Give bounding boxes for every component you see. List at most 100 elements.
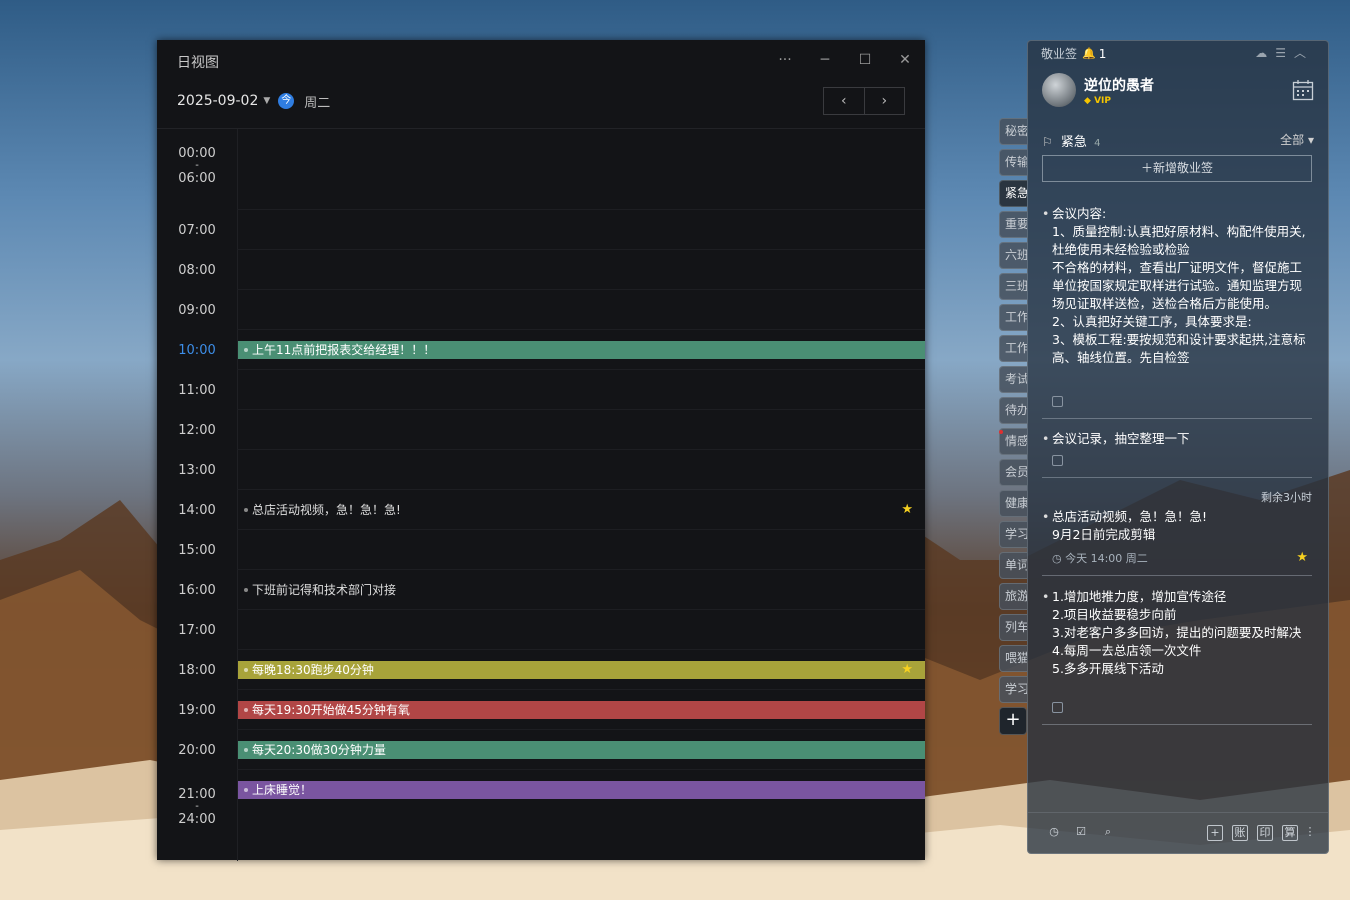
filter-dropdown[interactable]: 全部 ▾ bbox=[1280, 131, 1314, 148]
calendar-event[interactable]: 下班前记得和技术部门对接 bbox=[238, 581, 925, 599]
tab-important[interactable]: 重要 bbox=[999, 211, 1027, 238]
add-category-button[interactable]: + bbox=[999, 707, 1027, 735]
tab-travel[interactable]: 旅游 bbox=[999, 583, 1027, 610]
tab-work-2[interactable]: 工作 bbox=[999, 335, 1027, 362]
event-title: 上午11点前把报表交给经理！！！ bbox=[252, 343, 436, 357]
attachment-icon[interactable] bbox=[1052, 455, 1063, 466]
star-icon[interactable]: ★ bbox=[901, 661, 913, 679]
event-title: 下班前记得和技术部门对接 bbox=[252, 583, 397, 597]
note-item[interactable]: • 会议内容: 1、质量控制:认真把好原材料、构配件使用关,杜绝使用未经检验或检… bbox=[1042, 205, 1312, 389]
time-label: 09:00 bbox=[178, 303, 216, 318]
star-icon[interactable]: ★ bbox=[1296, 550, 1308, 565]
time-label: 15:00 bbox=[178, 543, 216, 558]
time-label: 00:00 bbox=[178, 146, 216, 161]
hour-gridline bbox=[237, 609, 925, 610]
panel-header: 敬业签 🔔 1 bbox=[1041, 45, 1106, 62]
add-icon[interactable]: + bbox=[1207, 825, 1223, 841]
tab-member[interactable]: 会员 bbox=[999, 459, 1027, 486]
hour-gridline bbox=[237, 289, 925, 290]
checklist-icon[interactable]: ☑ bbox=[1073, 825, 1089, 841]
minimize-button[interactable]: ─ bbox=[810, 48, 840, 72]
tab-urgent[interactable]: 紧急 bbox=[999, 180, 1027, 207]
menu-icon[interactable]: ☰ bbox=[1275, 46, 1294, 60]
note-item[interactable]: • 会议记录，抽空整理一下 bbox=[1042, 430, 1312, 448]
attachment-icon[interactable] bbox=[1052, 702, 1063, 713]
date-selector[interactable]: 2025-09-02 ▼ 今 周二 bbox=[177, 90, 330, 112]
time-label: 16:00 bbox=[178, 583, 216, 598]
note-text: 会议记录，抽空整理一下 bbox=[1052, 431, 1190, 446]
divider bbox=[1042, 724, 1312, 725]
account-icon[interactable]: 账 bbox=[1232, 825, 1248, 841]
more-icon[interactable]: ··· bbox=[770, 48, 800, 72]
tab-work-1[interactable]: 工作 bbox=[999, 304, 1027, 331]
note-text: 总店活动视频，急！急！急! 9月2日前完成剪辑 bbox=[1052, 509, 1208, 542]
note-text: 1.增加地推力度，增加宣传途径 2.项目收益要稳步向前 3.对老客户多多回访，提… bbox=[1052, 589, 1302, 676]
hour-gridline bbox=[237, 409, 925, 410]
calendar-event[interactable]: 每晚18:30跑步40分钟 ★ bbox=[238, 661, 925, 679]
calendar-event[interactable]: 上午11点前把报表交给经理！！！ bbox=[238, 341, 925, 359]
next-day-button[interactable]: › bbox=[863, 88, 905, 114]
tab-study-1[interactable]: 学习 bbox=[999, 521, 1027, 548]
calendar-icon[interactable] bbox=[1292, 79, 1314, 101]
tab-transfer[interactable]: 传输 bbox=[999, 149, 1027, 176]
calendar-event[interactable]: 每天20:30做30分钟力量 bbox=[238, 741, 925, 759]
time-label: 08:00 bbox=[178, 263, 216, 278]
note-item[interactable]: • 总店活动视频，急！急！急! 9月2日前完成剪辑 bbox=[1042, 508, 1312, 544]
maximize-button[interactable]: ☐ bbox=[850, 48, 880, 72]
vip-badge: ◆ VIP bbox=[1084, 96, 1111, 106]
search-icon[interactable]: ⌕ bbox=[1100, 825, 1116, 841]
calendar-event[interactable]: 每天19:30开始做45分钟有氧 bbox=[238, 701, 925, 719]
hour-gridline bbox=[237, 529, 925, 530]
close-button[interactable]: ✕ bbox=[890, 48, 920, 72]
current-date[interactable]: 2025-09-02 bbox=[177, 93, 258, 109]
event-title: 上床睡觉！ bbox=[252, 783, 313, 797]
chevron-down-icon[interactable]: ▼ bbox=[263, 96, 270, 106]
tab-feed-cat[interactable]: 喂猫 bbox=[999, 645, 1027, 672]
collapse-icon[interactable]: ︿ bbox=[1294, 46, 1314, 60]
tab-todo[interactable]: 待办 bbox=[999, 397, 1027, 424]
tab-train[interactable]: 列车 bbox=[999, 614, 1027, 641]
day-view-window: 日视图 ··· ─ ☐ ✕ 2025-09-02 ▼ 今 周二 ‹ › 00:0… bbox=[157, 40, 925, 861]
note-item[interactable]: • 1.增加地推力度，增加宣传途径 2.项目收益要稳步向前 3.对老客户多多回访… bbox=[1042, 588, 1312, 678]
cloud-sync-icon[interactable]: ☁ bbox=[1255, 46, 1275, 60]
more-icon[interactable]: ⋮ bbox=[1302, 825, 1318, 841]
time-label-current: 10:00 bbox=[178, 343, 216, 358]
tab-class-six[interactable]: 六班 bbox=[999, 242, 1027, 269]
tab-emotion[interactable]: 情感 bbox=[999, 428, 1027, 455]
time-label-range-end: 21:00 - 24:00 bbox=[157, 787, 237, 827]
tab-study-2[interactable]: 学习 bbox=[999, 676, 1027, 703]
tab-exam[interactable]: 考试 bbox=[999, 366, 1027, 393]
hour-gridline bbox=[237, 489, 925, 490]
date-navigation: ‹ › bbox=[823, 87, 905, 115]
event-title: 每天19:30开始做45分钟有氧 bbox=[252, 703, 410, 717]
tab-secret[interactable]: 秘密 bbox=[999, 118, 1027, 145]
avatar[interactable] bbox=[1042, 73, 1076, 107]
add-note-button[interactable]: ＋新增敬业签 bbox=[1042, 155, 1312, 182]
weekday-label: 周二 bbox=[304, 95, 331, 111]
tab-health[interactable]: 健康 bbox=[999, 490, 1027, 517]
time-label: 19:00 bbox=[178, 703, 216, 718]
prev-day-button[interactable]: ‹ bbox=[824, 88, 864, 114]
hour-gridline bbox=[237, 649, 925, 650]
hour-gridline bbox=[237, 689, 925, 690]
tab-class-three[interactable]: 三班 bbox=[999, 273, 1027, 300]
reminder-time: 今天 14:00 周二 bbox=[1065, 552, 1148, 565]
time-separator: - bbox=[195, 160, 199, 171]
attachment-icon[interactable] bbox=[1052, 396, 1063, 407]
star-icon[interactable]: ★ bbox=[901, 501, 913, 519]
hour-gridline bbox=[237, 449, 925, 450]
today-button[interactable]: 今 bbox=[278, 93, 295, 109]
time-column: 00:00 - 06:00 07:00 08:00 09:00 10:00 11… bbox=[157, 129, 238, 861]
category-name: 紧急 bbox=[1060, 135, 1087, 150]
clock-icon[interactable]: ◷ bbox=[1046, 825, 1062, 841]
calendar-event[interactable]: 总店活动视频，急！急！急! ★ bbox=[238, 501, 925, 519]
tab-words[interactable]: 单词 bbox=[999, 552, 1027, 579]
bullet: • bbox=[1042, 431, 1050, 446]
hour-gridline bbox=[237, 369, 925, 370]
calculator-icon[interactable]: 算 bbox=[1282, 825, 1298, 841]
bell-icon[interactable]: 🔔 bbox=[1082, 47, 1096, 60]
calendar-event[interactable]: 上床睡觉！ bbox=[238, 781, 925, 799]
print-icon[interactable]: 印 bbox=[1257, 825, 1273, 841]
time-label: 20:00 bbox=[178, 743, 216, 758]
user-name[interactable]: 逆位的愚者 bbox=[1084, 75, 1154, 95]
